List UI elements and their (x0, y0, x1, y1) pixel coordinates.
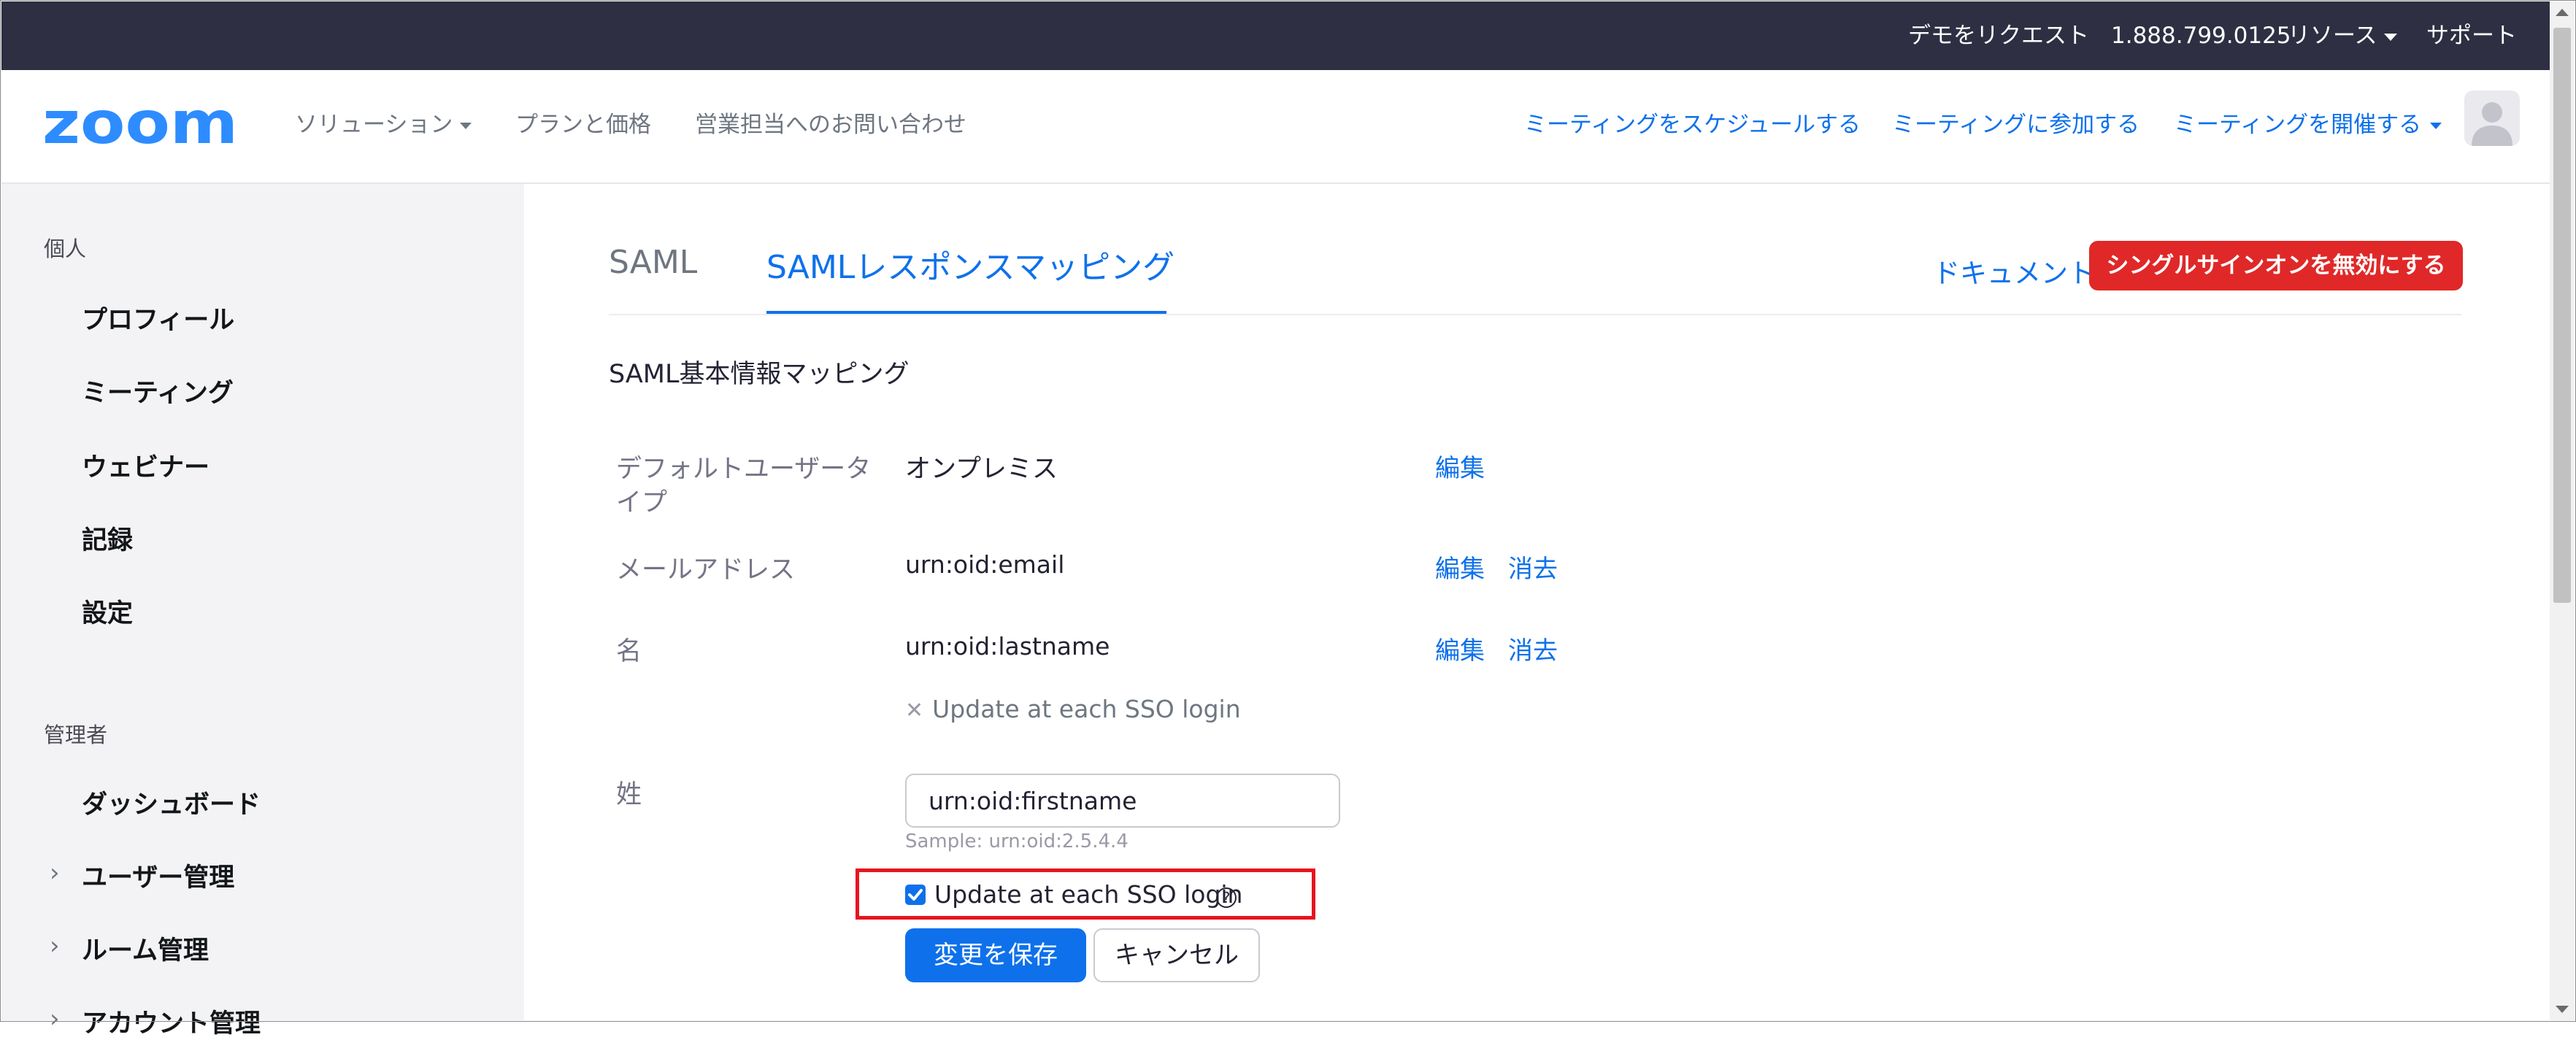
nav-host-meeting[interactable]: ミーティングを開催する (2174, 70, 2442, 182)
first-name-update-note: ✕ Update at each SSO login (905, 695, 1241, 723)
zoom-logo[interactable]: zoom (42, 98, 241, 155)
sidebar-heading-admin: 管理者 (44, 723, 108, 747)
main-header: zoom ソリューション プランと価格 営業担当へのお問い合わせ ミーティングを… (1, 70, 2550, 184)
sidebar-item-recordings[interactable]: 記録 (82, 520, 133, 557)
first-name-label: 名 (616, 637, 642, 666)
question-circle-icon[interactable]: ? (1216, 887, 1237, 908)
sidebar-item-webinars[interactable]: ウェビナー (82, 447, 209, 484)
nav-contact-sales[interactable]: 営業担当へのお問い合わせ (695, 70, 966, 182)
scroll-up-arrow-icon[interactable] (2556, 9, 2569, 16)
scroll-down-arrow-icon[interactable] (2556, 1006, 2569, 1013)
tab-saml-response-mapping[interactable]: SAMLレスポンスマッピング (766, 241, 1174, 340)
sidebar-item-room-management[interactable]: ルーム管理 (82, 930, 209, 967)
tab-divider (609, 314, 2461, 315)
sidebar-item-profile[interactable]: プロフィール (82, 299, 234, 336)
scrollbar-thumb[interactable] (2553, 28, 2571, 603)
default-user-type-label: デフォルトユーザータ (616, 455, 872, 484)
logo-text: zoom (42, 98, 238, 155)
close-icon: ✕ (905, 698, 924, 723)
checkmark-icon (908, 889, 923, 901)
sidebar-item-meetings[interactable]: ミーティング (82, 372, 234, 409)
edit-first-name-link[interactable]: 編集 (1435, 631, 1485, 666)
sidebar: 個人 プロフィール ミーティング ウェビナー 記録 設定 管理者 ダッシュボード… (1, 184, 524, 1039)
edit-default-user-type-link[interactable]: 編集 (1435, 448, 1485, 484)
support-link[interactable]: サポート (2426, 1, 2517, 70)
nav-plans-pricing[interactable]: プランと価格 (515, 70, 651, 182)
last-name-mapping-input[interactable] (905, 774, 1340, 828)
nav-solutions-label: ソリューション (295, 112, 453, 138)
request-demo-link[interactable]: デモをリクエスト (1908, 1, 2089, 70)
tab-saml[interactable]: SAML (609, 244, 697, 343)
last-name-label: 姓 (616, 780, 642, 809)
default-user-type-value: オンプレミス (905, 455, 1058, 484)
documentation-link[interactable]: ドキュメント (1933, 251, 2095, 290)
sidebar-item-dashboard[interactable]: ダッシュボード (82, 784, 261, 821)
avatar[interactable] (2464, 90, 2520, 146)
resources-menu[interactable]: リソース (2288, 1, 2398, 70)
sidebar-heading-personal: 個人 (44, 236, 87, 261)
cancel-button[interactable]: キャンセル (1093, 928, 1260, 982)
update-sso-checkbox[interactable] (905, 885, 926, 905)
email-value: urn:oid:email (905, 550, 1065, 579)
nav-host-meeting-label: ミーティングを開催する (2174, 112, 2422, 138)
sidebar-item-user-management[interactable]: ユーザー管理 (82, 857, 234, 894)
nav-schedule-meeting[interactable]: ミーティングをスケジュールする (1524, 70, 1861, 182)
user-avatar-icon (2472, 102, 2512, 146)
section-title: SAML基本情報マッピング (609, 360, 910, 389)
nav-solutions[interactable]: ソリューション (295, 70, 472, 182)
chevron-right-icon[interactable]: › (50, 1004, 60, 1033)
sidebar-item-settings[interactable]: 設定 (82, 593, 133, 630)
chevron-down-icon (460, 123, 472, 129)
nav-join-meeting[interactable]: ミーティングに参加する (1892, 70, 2139, 182)
first-name-value: urn:oid:lastname (905, 632, 1110, 660)
chevron-right-icon[interactable]: › (50, 931, 60, 960)
phone-number-link[interactable]: 1.888.799.0125 (2111, 1, 2291, 70)
resources-label: リソース (2288, 23, 2377, 49)
default-user-type-label-cont: イプ (616, 488, 668, 517)
chevron-down-icon (2384, 33, 2398, 41)
delete-first-name-link[interactable]: 消去 (1508, 631, 1558, 666)
top-utility-bar: デモをリクエスト 1.888.799.0125 リソース サポート (1, 1, 2550, 70)
first-name-update-text: Update at each SSO login (932, 695, 1241, 723)
edit-email-link[interactable]: 編集 (1435, 549, 1485, 585)
chevron-down-icon (2430, 123, 2442, 129)
chevron-right-icon[interactable]: › (50, 858, 60, 887)
disable-sso-button[interactable]: シングルサインオンを無効にする (2089, 241, 2463, 290)
delete-email-link[interactable]: 消去 (1508, 549, 1558, 585)
last-name-sample-hint: Sample: urn:oid:2.5.4.4 (905, 831, 1129, 852)
update-sso-checkbox-label[interactable]: Update at each SSO login (934, 880, 1242, 909)
email-label: メールアドレス (616, 555, 796, 585)
save-changes-button[interactable]: 変更を保存 (905, 928, 1086, 982)
